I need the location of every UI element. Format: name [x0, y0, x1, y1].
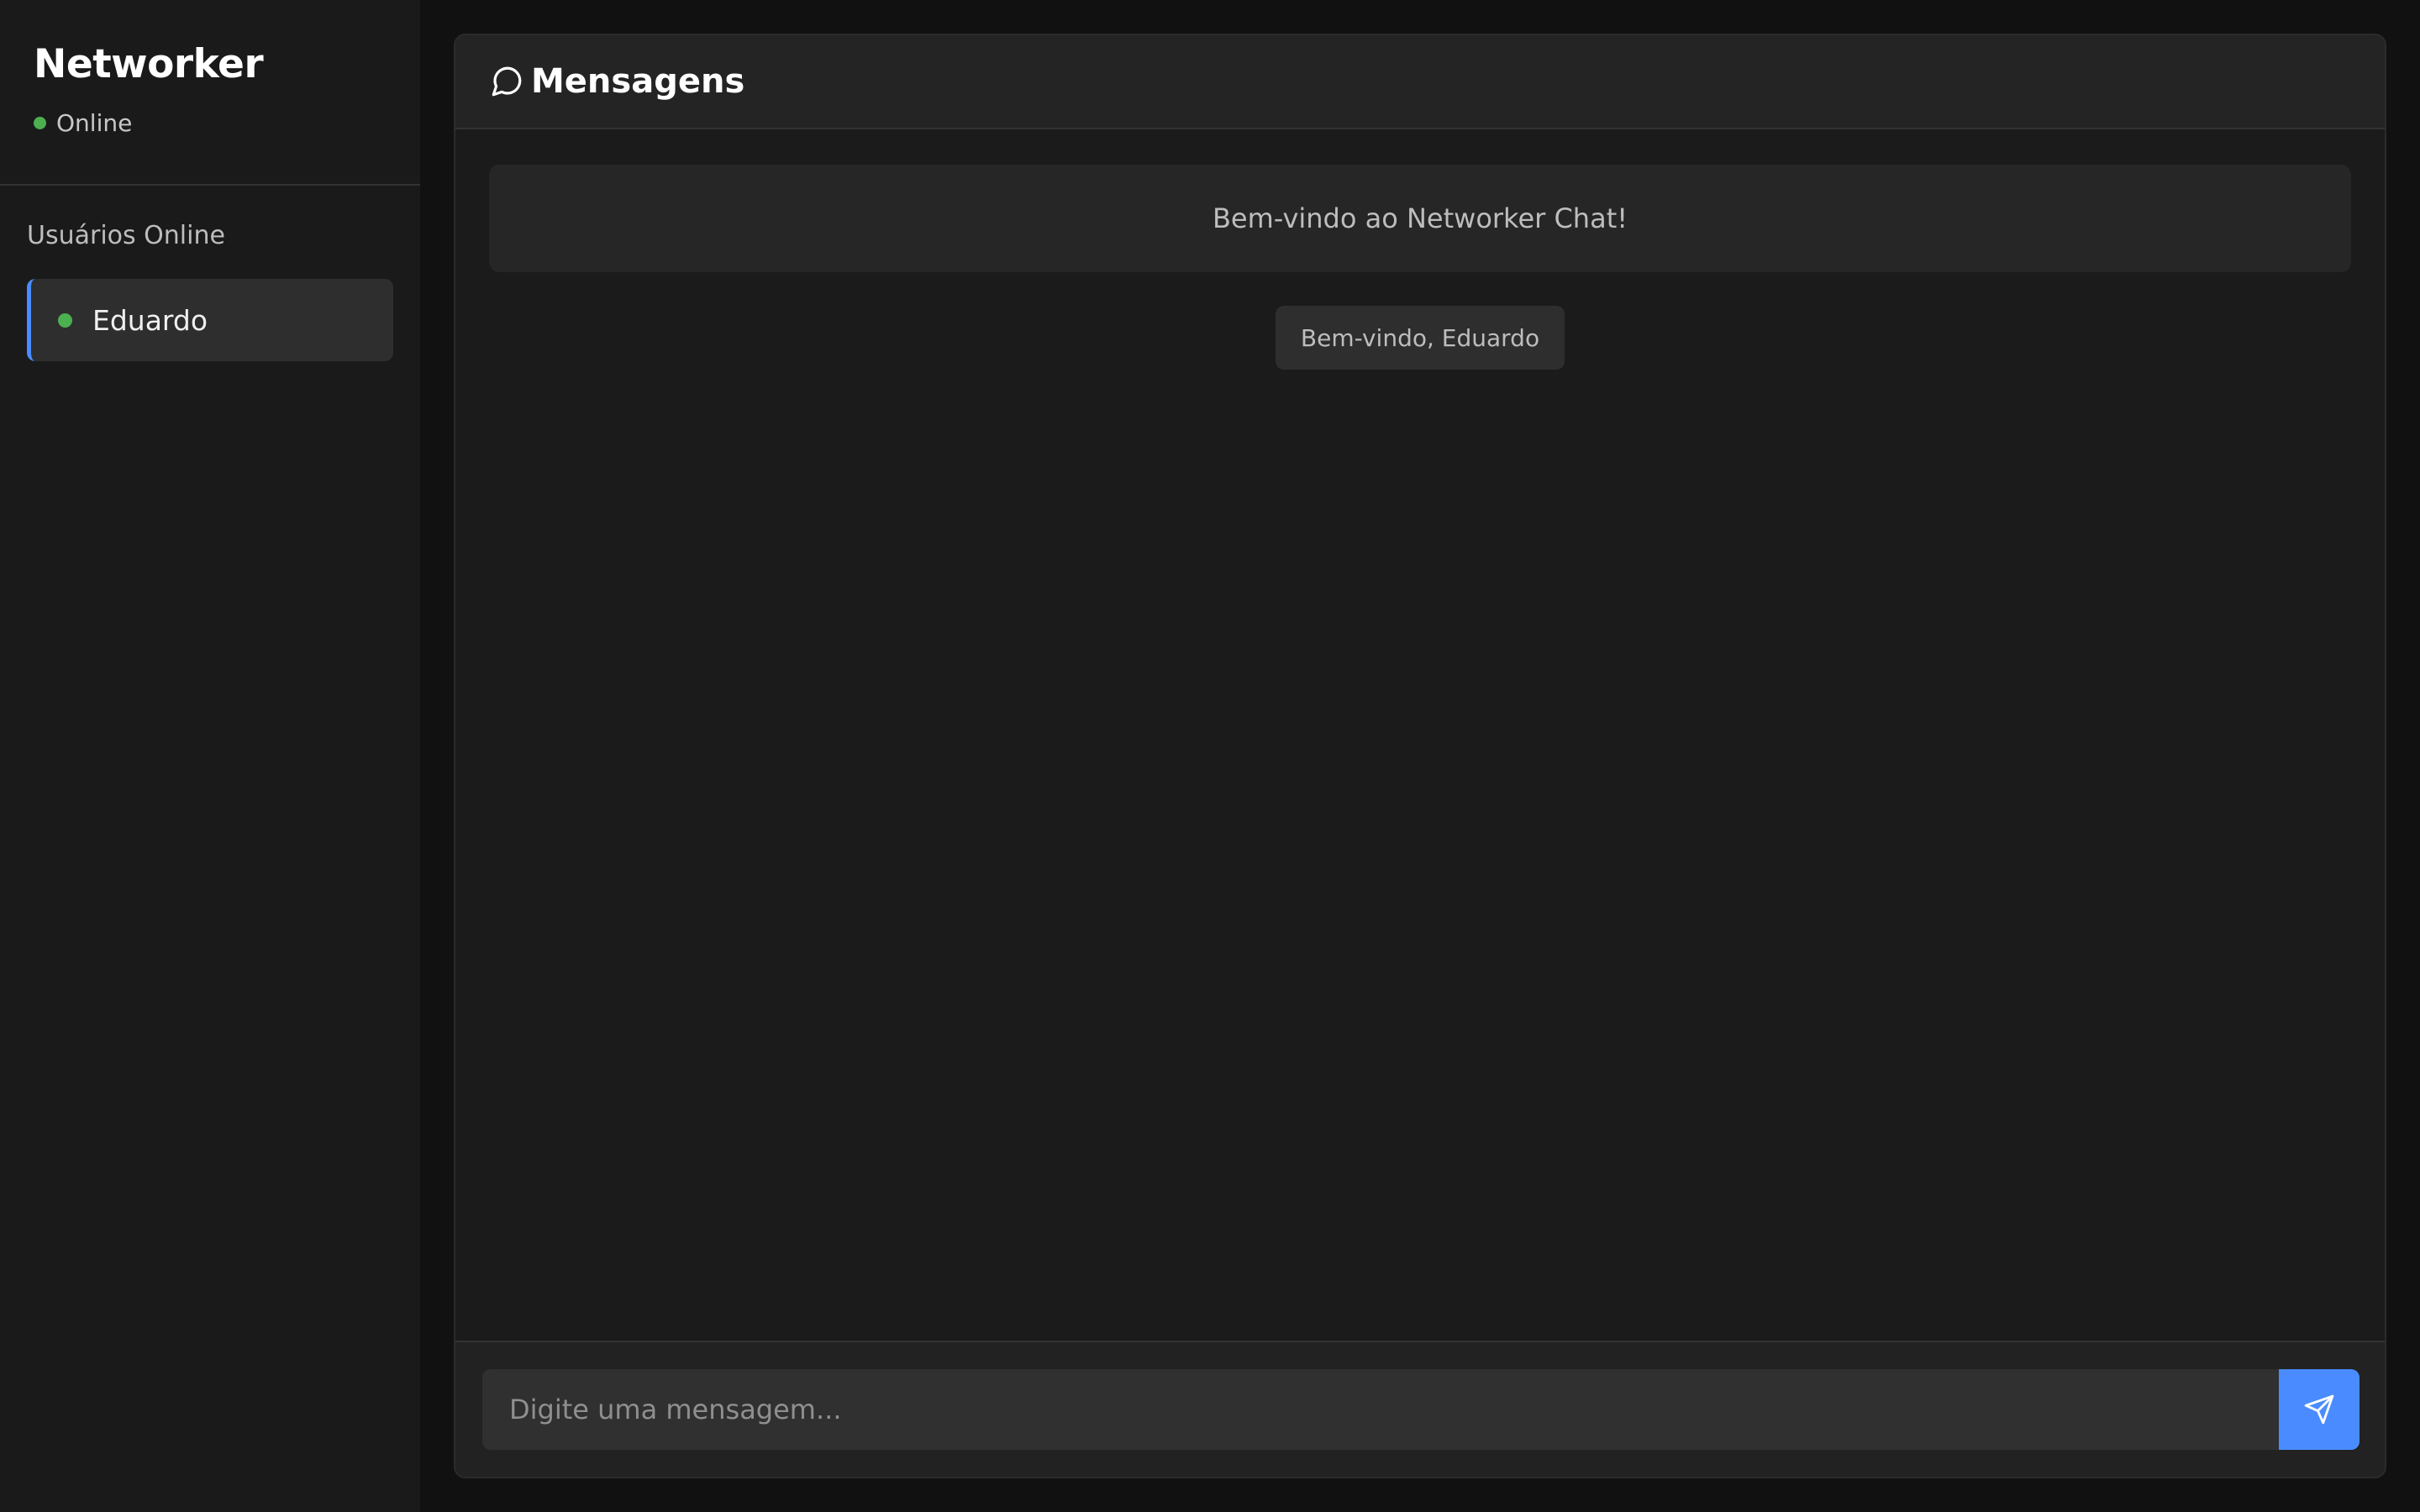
chat-panel: Mensagens Bem-vindo ao Networker Chat! B…: [454, 34, 2386, 1478]
system-message: Bem-vindo, Eduardo: [1276, 306, 1565, 370]
message-list[interactable]: Bem-vindo ao Networker Chat! Bem-vindo, …: [455, 131, 2385, 1376]
connection-status-label: Online: [56, 108, 133, 137]
welcome-banner: Bem-vindo ao Networker Chat!: [489, 165, 2351, 272]
online-users-heading: Usuários Online: [27, 221, 225, 250]
user-name: Eduardo: [92, 303, 208, 337]
connection-status: Online: [34, 106, 420, 139]
app-brand: Networker: [34, 41, 264, 87]
message-input[interactable]: [482, 1369, 2281, 1450]
message-composer: [455, 1341, 2385, 1477]
chat-title: Mensagens: [531, 62, 745, 101]
paper-plane-icon: [2303, 1394, 2335, 1425]
send-button[interactable]: [2279, 1369, 2360, 1450]
user-list-item-eduardo[interactable]: Eduardo: [27, 279, 393, 361]
online-status-dot-icon: [34, 116, 46, 129]
sidebar: Networker Online Usuários Online Eduardo: [0, 0, 420, 1512]
chat-bubble-icon: [489, 64, 524, 99]
chat-header: Mensagens: [455, 35, 2385, 129]
sidebar-header: Networker Online: [0, 0, 420, 186]
app-root: Networker Online Usuários Online Eduardo…: [0, 0, 2420, 1512]
user-online-dot-icon: [58, 312, 72, 328]
